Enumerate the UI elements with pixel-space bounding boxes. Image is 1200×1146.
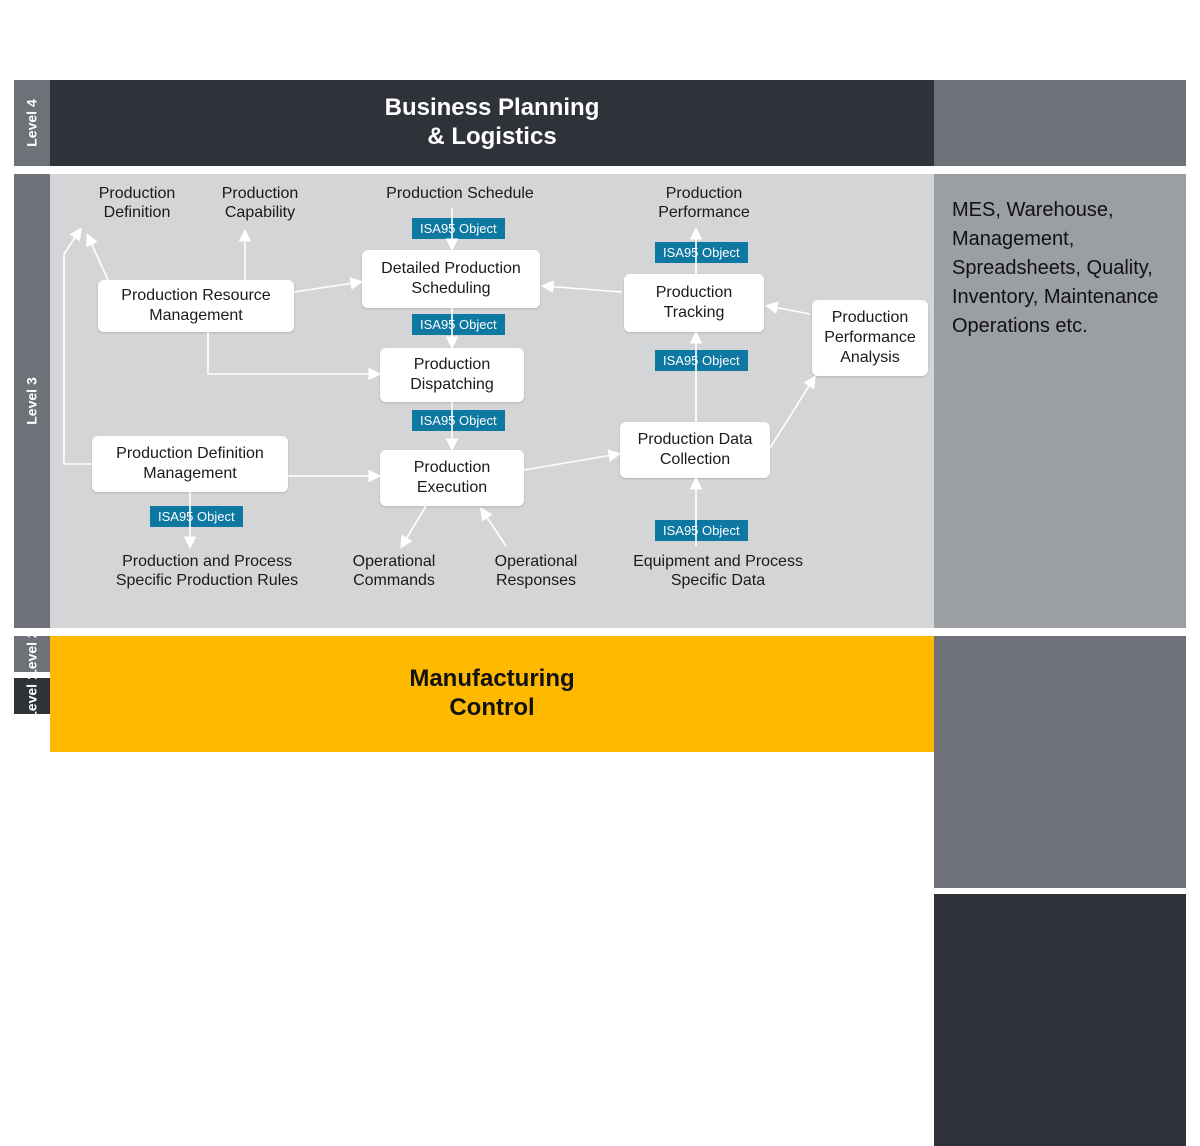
node-production-data-collection: Production DataCollection (620, 422, 770, 478)
manufacturing-title-line2: Control (50, 694, 934, 723)
tag-isa95-2: ISA95 Object (412, 314, 505, 335)
level4-title-line1: Business Planning (385, 94, 600, 121)
manufacturing-title: Manufacturing Control (50, 665, 934, 723)
level1-aside (934, 894, 1186, 1146)
tag-isa95-4: ISA95 Object (655, 242, 748, 263)
tag-isa95-1: ISA95 Object (412, 218, 505, 239)
label-operational-commands: OperationalCommands (340, 552, 448, 590)
level4-title: Business Planning & Logistics (50, 94, 934, 152)
label-production-performance: Production Performance (644, 184, 764, 222)
label-equipment-data: Equipment and ProcessSpecific Data (618, 552, 818, 590)
label-production-definition: Production Definition (84, 184, 190, 222)
node-production-dispatching: ProductionDispatching (380, 348, 524, 402)
level3-label: Level 3 (24, 377, 40, 424)
level4-body: Business Planning & Logistics (50, 80, 934, 166)
label-production-rules: Production and ProcessSpecific Productio… (102, 552, 312, 590)
node-production-resource-management: Production ResourceManagement (98, 280, 294, 332)
level2-label: Level 2 (24, 630, 40, 677)
level3-label-strip: Level 3 (14, 174, 50, 628)
label-operational-responses: OperationalResponses (482, 552, 590, 590)
node-detailed-production-scheduling: Detailed ProductionScheduling (362, 250, 540, 308)
level2-aside (934, 636, 1186, 888)
level1-label: Level 1 (24, 672, 40, 719)
diagram-canvas: Level 4 Business Planning & Logistics Le… (0, 0, 1200, 792)
node-production-tracking: ProductionTracking (624, 274, 764, 332)
level4-label-strip: Level 4 (14, 80, 50, 166)
level2-label-strip: Level 2 (14, 636, 50, 672)
tag-isa95-3: ISA95 Object (412, 410, 505, 431)
band-level3: Level 3 Production Definition Production… (14, 174, 1186, 628)
band-level4: Level 4 Business Planning & Logistics (14, 80, 1186, 166)
level4-label: Level 4 (24, 99, 40, 146)
node-production-execution: ProductionExecution (380, 450, 524, 506)
tag-isa95-5: ISA95 Object (655, 350, 748, 371)
node-production-performance-analysis: ProductionPerformanceAnalysis (812, 300, 928, 376)
node-production-definition-management: Production DefinitionManagement (92, 436, 288, 492)
level1-label-strip: Level 1 (14, 678, 50, 714)
manufacturing-body: Manufacturing Control (50, 636, 934, 752)
level4-aside (934, 80, 1186, 166)
manufacturing-title-line1: Manufacturing (409, 665, 574, 692)
tag-isa95-7: ISA95 Object (150, 506, 243, 527)
level4-title-line2: & Logistics (50, 123, 934, 152)
label-production-capability: Production Capability (206, 184, 314, 222)
band-level2-1: Level 2 Level 1 Manufacturing Control (14, 636, 1186, 752)
tag-isa95-6: ISA95 Object (655, 520, 748, 541)
level3-aside: MES, Warehouse, Management, Spreadsheets… (934, 174, 1186, 628)
level3-body: Production Definition Production Capabil… (50, 174, 934, 628)
aside-text: MES, Warehouse, Management, Spreadsheets… (952, 196, 1168, 341)
label-production-schedule: Production Schedule (380, 184, 540, 203)
